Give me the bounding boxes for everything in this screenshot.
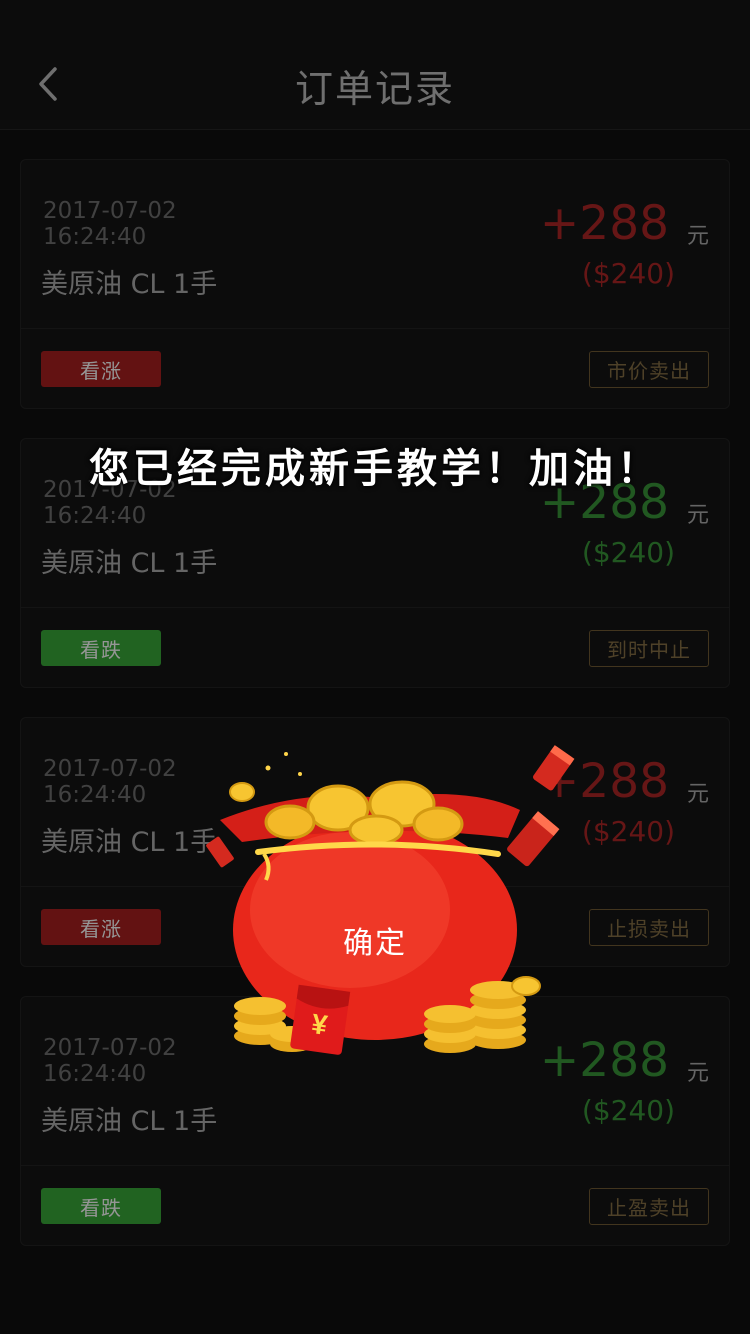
- confirm-button[interactable]: 确定: [300, 912, 450, 968]
- order-records-screen: 订单记录 2017-07-02 16:24:40 美原油 CL 1手 +288 …: [0, 0, 750, 1334]
- money-bag-icon: ¥: [206, 745, 575, 1055]
- tutorial-overlay: [0, 0, 750, 1334]
- tutorial-complete-message: 您已经完成新手教学！加油！: [89, 446, 661, 492]
- money-bag-illustration: ¥: [180, 740, 580, 1060]
